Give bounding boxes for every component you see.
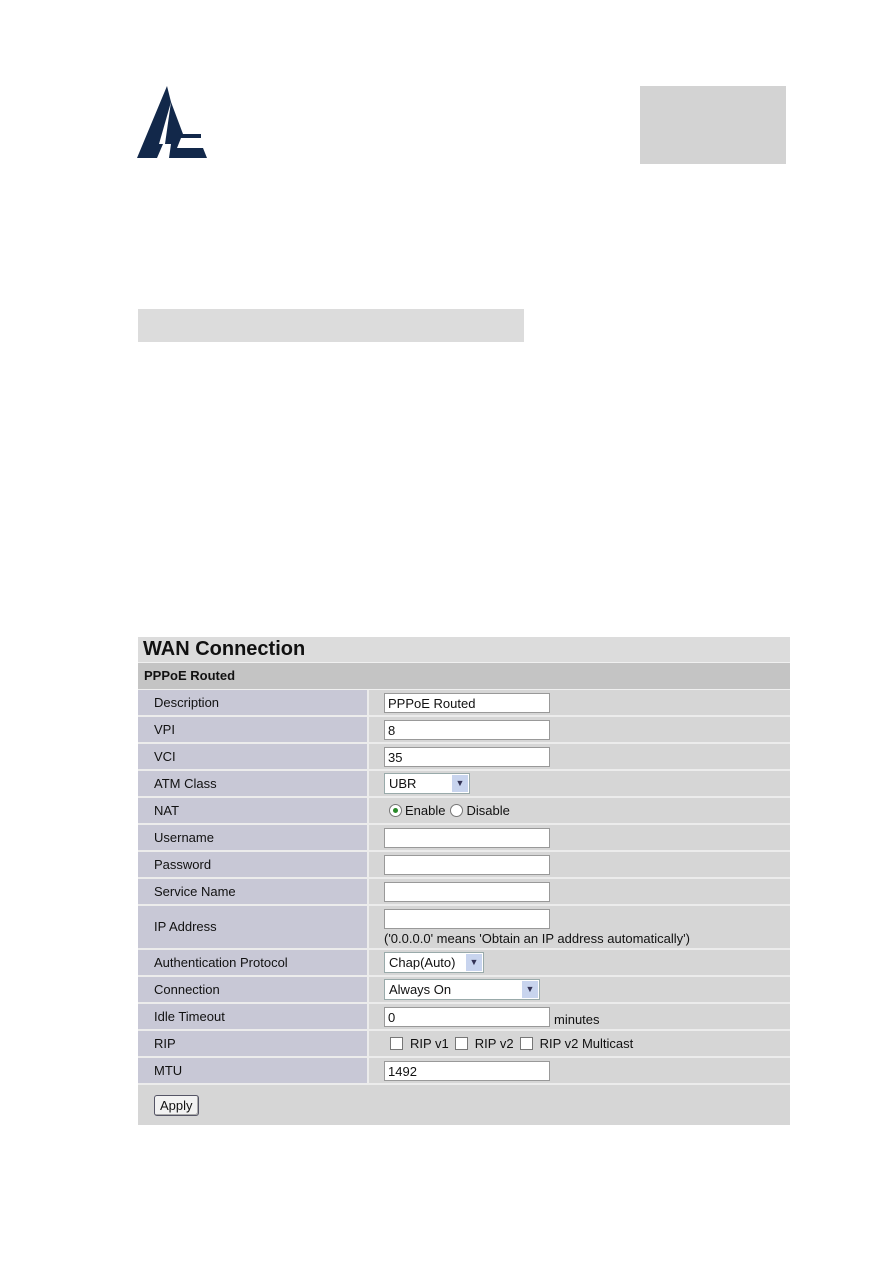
chevron-down-icon: ▼ (466, 954, 482, 971)
mtu-input[interactable]: 1492 (384, 1060, 550, 1081)
label: MTU (138, 1058, 369, 1083)
selected-value: UBR (389, 776, 417, 791)
section-header: PPPoE Routed (138, 663, 790, 690)
row-nat: NAT Enable Disable (138, 798, 790, 825)
wan-connection-panel: WAN Connection PPPoE Routed Description … (138, 637, 790, 1125)
chevron-down-icon: ▼ (522, 981, 538, 998)
radio-label: Enable (405, 803, 446, 818)
section-heading-bar (138, 309, 524, 342)
description-input[interactable]: PPPoE Routed (384, 692, 550, 713)
label: Service Name (138, 879, 369, 904)
row-connection: Connection Always On ▼ (138, 977, 790, 1004)
row-vpi: VPI 8 (138, 717, 790, 744)
label: Connection (138, 977, 369, 1002)
apply-row: Apply (138, 1085, 790, 1125)
row-password: Password (138, 852, 790, 879)
atlantis-logo-icon (137, 86, 207, 158)
atm-class-select[interactable]: UBR ▼ (384, 773, 470, 794)
checkbox-label: RIP v2 (474, 1036, 514, 1051)
row-vci: VCI 35 (138, 744, 790, 771)
password-input[interactable] (384, 854, 550, 875)
connection-select[interactable]: Always On ▼ (384, 979, 540, 1000)
label: Idle Timeout (138, 1004, 369, 1029)
label: Description (138, 690, 369, 715)
label: Authentication Protocol (138, 950, 369, 975)
label: VPI (138, 717, 369, 742)
username-input[interactable] (384, 827, 550, 848)
checkbox-label: RIP v1 (410, 1036, 449, 1051)
label: ATM Class (138, 771, 369, 796)
header-gray-box (640, 86, 786, 164)
nat-disable-radio[interactable] (450, 804, 464, 817)
service-name-input[interactable] (384, 881, 550, 902)
apply-button[interactable]: Apply (154, 1094, 199, 1116)
idle-timeout-input[interactable]: 0 (384, 1006, 550, 1027)
selected-value: Always On (389, 982, 452, 997)
row-username: Username (138, 825, 790, 852)
idle-timeout-unit: minutes (554, 1012, 600, 1027)
label: IP Address (138, 906, 369, 948)
label: NAT (138, 798, 369, 823)
row-auth-protocol: Authentication Protocol Chap(Auto) ▼ (138, 950, 790, 977)
label: Username (138, 825, 369, 850)
rip-v2-multicast-checkbox[interactable] (519, 1037, 533, 1050)
row-atm-class: ATM Class UBR ▼ (138, 771, 790, 798)
manual-page: WAN Connection PPPoE Routed Description … (0, 0, 893, 1263)
label: RIP (138, 1031, 369, 1056)
panel-title: WAN Connection (138, 637, 790, 663)
row-idle-timeout: Idle Timeout 0 minutes (138, 1004, 790, 1031)
label: Password (138, 852, 369, 877)
row-rip: RIP RIP v1 RIP v2 RIP v2 Multicast (138, 1031, 790, 1058)
row-mtu: MTU 1492 (138, 1058, 790, 1085)
checkbox-label: RIP v2 Multicast (539, 1036, 634, 1051)
row-service-name: Service Name (138, 879, 790, 906)
nat-enable-radio[interactable] (389, 804, 402, 817)
vpi-input[interactable]: 8 (384, 719, 550, 740)
vci-input[interactable]: 35 (384, 746, 550, 767)
row-ip-address: IP Address ('0.0.0.0' means 'Obtain an I… (138, 906, 790, 950)
ip-address-hint: ('0.0.0.0' means 'Obtain an IP address a… (384, 930, 690, 946)
rip-v2-checkbox[interactable] (454, 1037, 468, 1050)
auth-protocol-select[interactable]: Chap(Auto) ▼ (384, 952, 484, 973)
radio-label: Disable (466, 803, 510, 818)
chevron-down-icon: ▼ (452, 775, 468, 792)
label: VCI (138, 744, 369, 769)
rip-v1-checkbox[interactable] (390, 1037, 403, 1050)
selected-value: Chap(Auto) (389, 955, 456, 970)
row-description: Description PPPoE Routed (138, 690, 790, 717)
ip-address-input[interactable] (384, 908, 550, 929)
radio-selected-dot (393, 808, 398, 813)
